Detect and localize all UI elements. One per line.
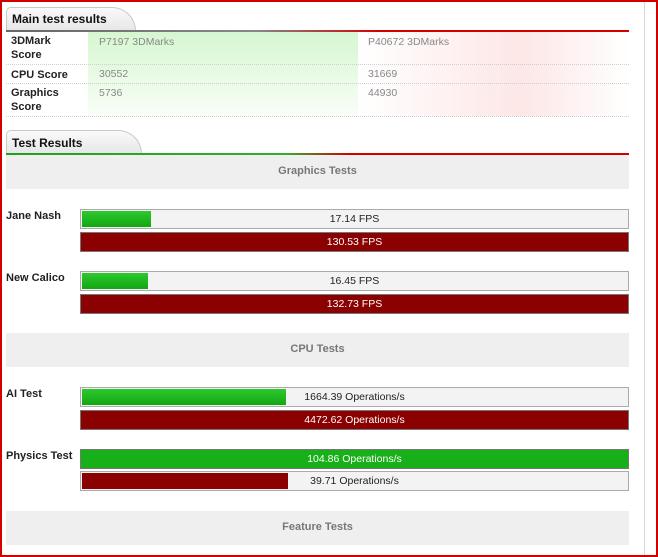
left-value: 30552 bbox=[99, 68, 129, 80]
graphics-tests-title: Graphics Tests bbox=[278, 165, 357, 177]
test-results-tab: Test Results bbox=[6, 130, 629, 154]
test-label-physics-test: Physics Test bbox=[6, 450, 73, 462]
test-results-title: Test Results bbox=[12, 136, 83, 150]
right-value: 31669 bbox=[368, 68, 398, 80]
bar-value: 17.14 FPS bbox=[329, 213, 380, 225]
left-value: 5736 bbox=[99, 87, 123, 99]
row-label: 3DMark Score bbox=[11, 35, 51, 61]
bar-physics-test-b: 39.71 Operations/s bbox=[80, 471, 629, 491]
bar-ai-test-a: 1664.39 Operations/s bbox=[80, 387, 629, 407]
test-label-ai-test: AI Test bbox=[6, 388, 42, 400]
scrollbar-divider bbox=[644, 2, 645, 555]
bar-value: 4472.62 Operations/s bbox=[304, 414, 405, 426]
bar-jane-nash-a: 17.14 FPS bbox=[80, 209, 629, 229]
bar-jane-nash-b: 130.53 FPS bbox=[80, 232, 629, 252]
cpu-tests-band: CPU Tests bbox=[6, 333, 629, 367]
bar-value: 104.86 Operations/s bbox=[307, 453, 402, 465]
bar-new-calico-b: 132.73 FPS bbox=[80, 294, 629, 314]
test-label-new-calico: New Calico bbox=[6, 272, 65, 284]
table-row: CPU Score 30552 31669 bbox=[6, 65, 629, 84]
cpu-tests-title: CPU Tests bbox=[290, 343, 345, 355]
main-results-title: Main test results bbox=[12, 12, 107, 26]
bar-ai-test-b: 4472.62 Operations/s bbox=[80, 410, 629, 430]
right-value: P40672 3DMarks bbox=[368, 36, 450, 48]
left-value: P7197 3DMarks bbox=[99, 36, 175, 48]
table-row: 3DMark Score P7197 3DMarks P40672 3DMark… bbox=[6, 32, 629, 65]
bar-new-calico-a: 16.45 FPS bbox=[80, 271, 629, 291]
feature-tests-band: Feature Tests bbox=[6, 511, 629, 545]
graphics-tests-band: Graphics Tests bbox=[6, 155, 629, 189]
scrollbar[interactable] bbox=[646, 2, 656, 555]
feature-tests-title: Feature Tests bbox=[282, 521, 353, 533]
main-results-tab: Main test results bbox=[6, 7, 629, 31]
bar-physics-test-a: 104.86 Operations/s bbox=[80, 449, 629, 469]
table-row: Graphics Score 5736 44930 bbox=[6, 84, 629, 117]
row-label: Graphics Score bbox=[11, 87, 59, 113]
right-value: 44930 bbox=[368, 87, 398, 99]
bar-value: 1664.39 Operations/s bbox=[304, 391, 405, 403]
bar-value: 132.73 FPS bbox=[326, 298, 383, 310]
bar-value: 39.71 Operations/s bbox=[310, 475, 399, 487]
bar-value: 130.53 FPS bbox=[326, 236, 383, 248]
bar-value: 16.45 FPS bbox=[329, 275, 380, 287]
row-label: CPU Score bbox=[11, 69, 68, 81]
test-label-jane-nash: Jane Nash bbox=[6, 210, 62, 222]
